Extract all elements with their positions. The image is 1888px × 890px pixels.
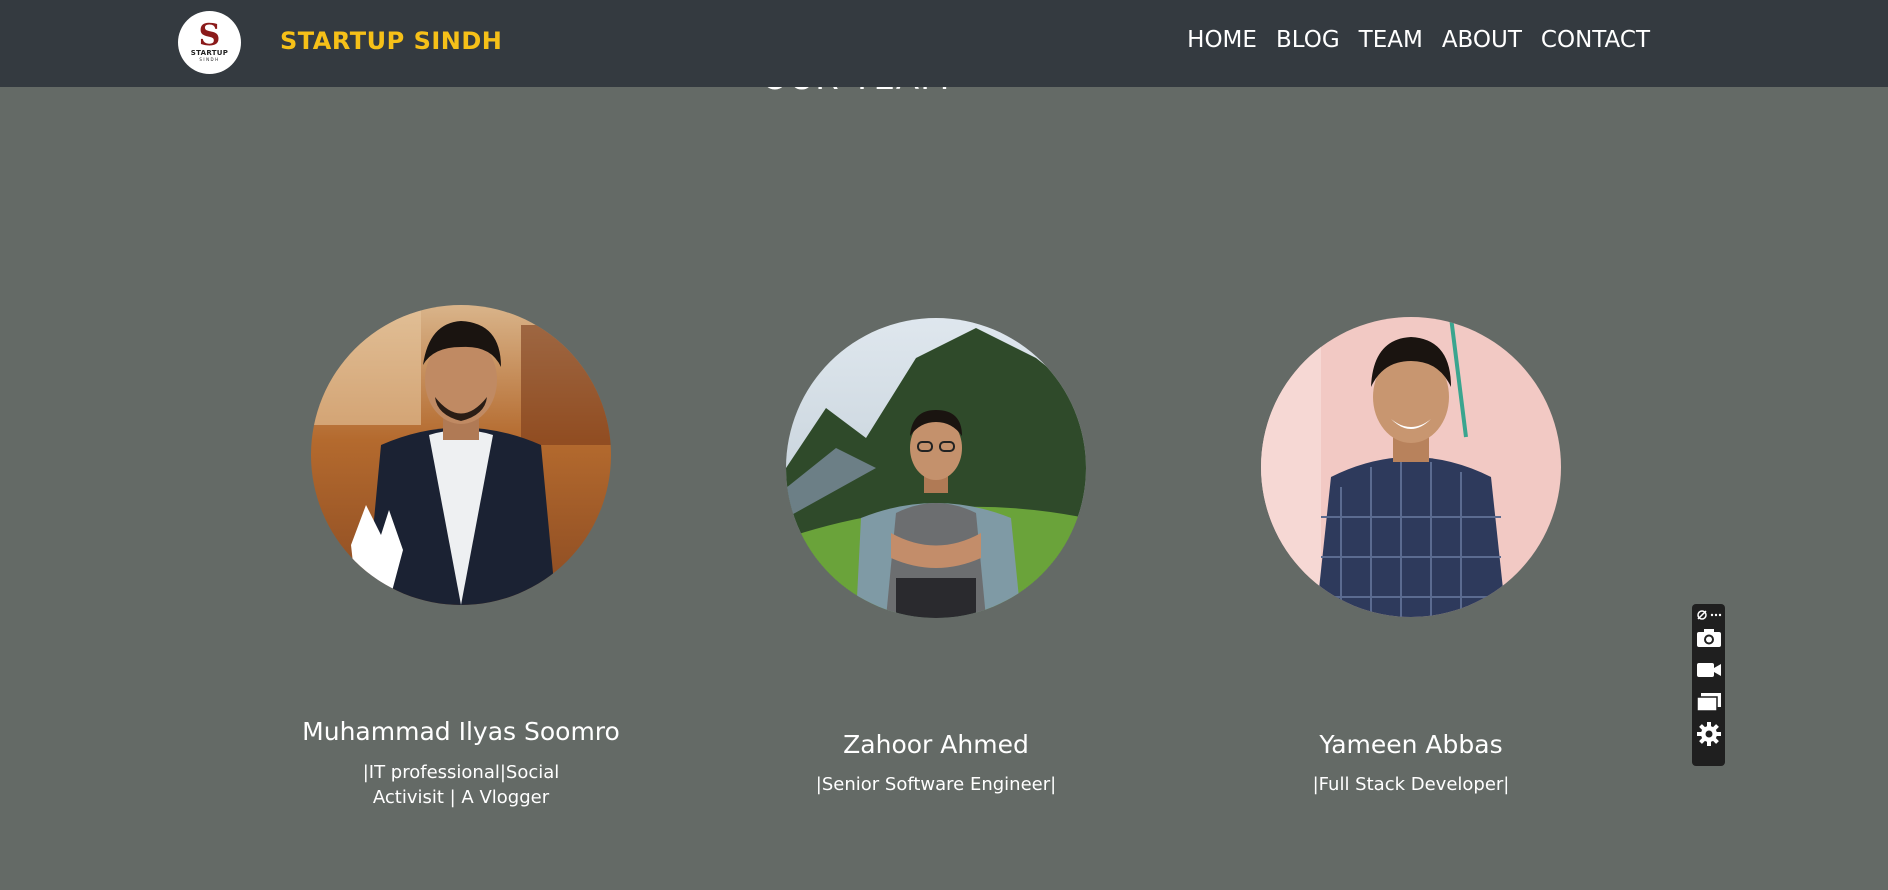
settings-button[interactable] bbox=[1695, 718, 1723, 750]
member-role-2: |Senior Software Engineer| bbox=[815, 774, 1057, 795]
member-name-2: Zahoor Ahmed bbox=[843, 730, 1029, 759]
member-photo-1 bbox=[311, 305, 611, 605]
member-role-1: |IT professional|Social Activisit | A Vl… bbox=[362, 762, 560, 808]
member-role-3: |Full Stack Developer| bbox=[1312, 774, 1510, 795]
video-button[interactable] bbox=[1695, 654, 1723, 686]
member-name-1: Muhammad Ilyas Soomro bbox=[302, 717, 620, 746]
nav-contact[interactable]: CONTACT bbox=[1541, 27, 1650, 53]
toolbar-header bbox=[1696, 608, 1722, 622]
logo[interactable]: S STARTUP SINDH bbox=[178, 11, 241, 74]
page: OUR TEAM S STARTUP SINDH STARTUP SINDH H… bbox=[0, 0, 1888, 890]
nav-links: HOME BLOG TEAM ABOUT CONTACT bbox=[1187, 27, 1650, 53]
camera-icon bbox=[1696, 629, 1721, 647]
windows-button[interactable] bbox=[1695, 686, 1723, 718]
capture-toolbar bbox=[1692, 604, 1725, 766]
brand-name[interactable]: STARTUP SINDH bbox=[280, 27, 502, 55]
camera-button[interactable] bbox=[1695, 622, 1723, 654]
member-photo-2 bbox=[786, 318, 1086, 618]
logo-s-icon: S bbox=[198, 17, 221, 53]
windows-icon bbox=[1695, 693, 1721, 712]
nav-about[interactable]: ABOUT bbox=[1442, 27, 1522, 53]
logo-text-line1: STARTUP bbox=[190, 48, 229, 57]
navbar: S STARTUP SINDH STARTUP SINDH HOME BLOG … bbox=[0, 0, 1888, 87]
logo-text-line2: SINDH bbox=[199, 56, 220, 62]
nav-home[interactable]: HOME bbox=[1187, 27, 1257, 53]
member-name-3: Yameen Abbas bbox=[1319, 730, 1503, 759]
nav-blog[interactable]: BLOG bbox=[1276, 27, 1340, 53]
nav-team[interactable]: TEAM bbox=[1359, 27, 1423, 53]
gear-icon bbox=[1696, 722, 1721, 746]
member-photo-3 bbox=[1261, 317, 1561, 617]
video-icon bbox=[1696, 663, 1721, 677]
